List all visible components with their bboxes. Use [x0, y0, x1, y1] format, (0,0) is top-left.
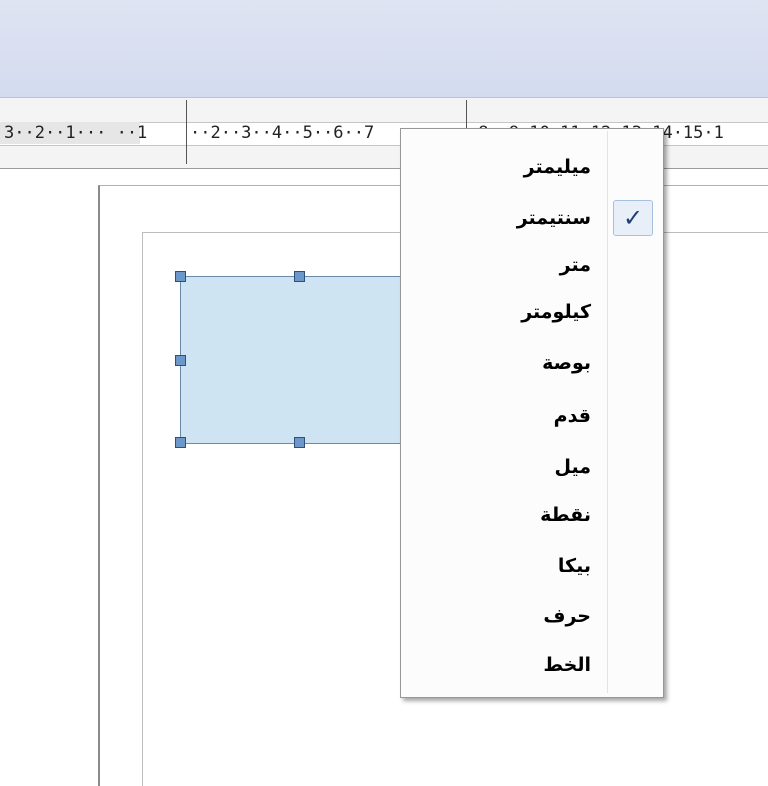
- menu-item-foot[interactable]: قدم: [554, 396, 591, 436]
- resize-handle-bottom-left[interactable]: [175, 437, 186, 448]
- menu-icon-column-separator: [607, 131, 608, 693]
- menu-item-char[interactable]: حرف: [543, 596, 591, 636]
- ruler-middle-numbers: ··2··3··4··5··6··7: [190, 123, 375, 143]
- resize-handle-top-left[interactable]: [175, 271, 186, 282]
- menu-item-mile[interactable]: ميل: [555, 447, 591, 487]
- ruler-left-numbers: 3··2··1··· ··1: [4, 123, 148, 143]
- menu-item-point[interactable]: نقطة: [540, 495, 591, 535]
- menu-item-millimeter[interactable]: ميليمتر: [524, 147, 591, 187]
- check-icon: ✓: [622, 204, 644, 232]
- ruler-unit-context-menu: ✓ ميليمتر سنتيمتر متر كيلومتر بوصة قدم م…: [400, 128, 664, 698]
- menu-item-centimeter[interactable]: سنتيمتر: [517, 198, 591, 238]
- menu-item-meter[interactable]: متر: [560, 245, 591, 285]
- menu-item-line[interactable]: الخط: [543, 645, 591, 685]
- resize-handle-middle-left[interactable]: [175, 355, 186, 366]
- menu-item-pica[interactable]: بيكا: [558, 546, 591, 586]
- toolbar-area: [0, 0, 768, 98]
- menu-item-kilometer[interactable]: كيلومتر: [521, 292, 591, 332]
- resize-handle-bottom-middle[interactable]: [294, 437, 305, 448]
- menu-item-inch[interactable]: بوصة: [542, 343, 591, 383]
- resize-handle-top-middle[interactable]: [294, 271, 305, 282]
- selected-rectangle-shape[interactable]: [180, 276, 412, 444]
- selected-checkmark-icon: ✓: [613, 200, 653, 236]
- ruler-indent-marker[interactable]: [186, 100, 187, 164]
